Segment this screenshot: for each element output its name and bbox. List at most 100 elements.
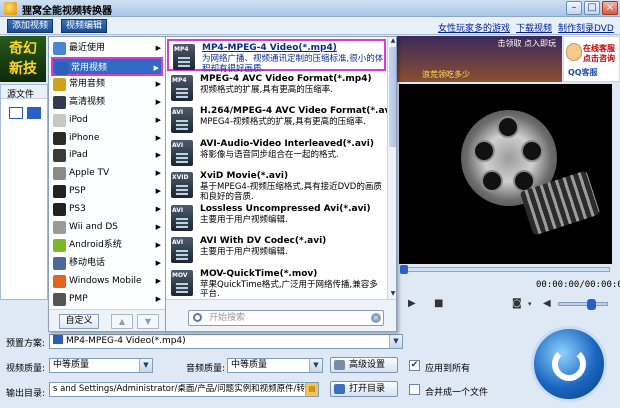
category-item[interactable]: PS3 ▶ [51,200,163,219]
format-search-bar: 开始搜索 × [166,299,396,331]
category-item[interactable]: Android系统 ▶ [51,236,163,255]
snapshot-dropdown-icon[interactable]: ▾ [528,300,532,308]
seek-bar[interactable] [400,265,610,274]
category-label: Apple TV [69,168,110,179]
category-item[interactable]: 高清视频 ▶ [51,93,163,112]
volume-handle[interactable] [587,299,596,310]
online-service-panel[interactable]: 在线客服 点击咨询 QQ客服 [563,36,620,82]
link-download-video[interactable]: 下载视频 [516,21,552,34]
format-badge: AVI [172,141,184,149]
format-description: 视频格式的扩展,具有更高的压缩率. [200,84,333,95]
move-up-button[interactable]: ▲ [111,314,133,329]
video-file-icon: AVI [171,139,193,166]
edit-video-button[interactable]: 视频编辑 [61,19,108,33]
chevron-down-icon[interactable]: ▼ [139,359,152,372]
volume-slider[interactable] [558,299,608,310]
film-icon [55,61,68,75]
category-item[interactable]: iPod ▶ [51,111,163,130]
volume-icon[interactable]: ◀ [543,298,551,309]
custom-button[interactable]: 自定义 [59,314,99,329]
open-folder-icon [334,384,345,394]
merge-checkbox[interactable] [409,384,420,395]
file-checkbox[interactable] [9,107,23,119]
format-name: AVI With DV Codec(*.avi) [200,236,327,246]
video-file-icon: XVID [171,172,193,198]
category-item[interactable]: 移动电话 ▶ [51,254,163,273]
submenu-arrow-icon: ▶ [155,169,161,178]
scroll-up-icon[interactable]: ▲ [388,37,396,46]
category-item[interactable]: iPad ▶ [51,146,163,165]
category-item[interactable]: 常用音频 ▶ [51,75,163,94]
scroll-thumb[interactable] [389,47,396,147]
format-item[interactable]: AVI AVI With DV Codec(*.avi) 主要用于用户视频编辑. [167,234,386,266]
chevron-down-icon[interactable]: ▼ [389,335,402,348]
category-label: PMP [69,293,88,304]
format-badge: MOV [172,271,188,279]
category-label: PSP [69,186,86,197]
link-burn-dvd[interactable]: 制作刻录DVD [558,21,614,34]
psp-icon [53,185,66,199]
category-item[interactable]: PMP ▶ [51,290,163,309]
format-item[interactable]: AVI Lossless Uncompressed Avi(*.avi) 主要用于用… [167,202,386,234]
minimize-button[interactable]: – [566,1,582,15]
category-item[interactable]: PSP ▶ [51,182,163,201]
category-item[interactable]: Wii and DS ▶ [51,218,163,237]
wii-icon [53,221,66,234]
apply-all-checkbox[interactable]: ✔ [409,360,420,371]
video-file-icon: MOV [171,269,193,296]
video-quality-select[interactable]: 中等质量 ▼ [49,358,153,373]
stop-icon[interactable]: ■ [434,298,443,309]
add-video-button[interactable]: 添加视频 [7,19,54,33]
category-item[interactable]: Windows Mobile ▶ [51,272,163,291]
format-description: 苹果QuickTime格式,广泛用于网络传播,兼容多平台. [200,279,378,299]
service-avatar-icon [566,43,582,61]
game-ad-strip[interactable]: 击领取 点入即玩 浪荒领吃多少 [372,36,562,82]
format-description: 主要用于用户视频编辑. [200,214,288,225]
format-description: 主要用于用户视频编辑. [200,247,288,257]
format-item[interactable]: XVID XviD Movie(*.avi) 基于MPEG4-视频压缩格式,具有接近… [167,169,386,201]
seek-handle[interactable] [400,265,408,274]
close-button[interactable]: × [602,1,618,15]
service-consult-link[interactable]: 点击咨询 [583,53,615,64]
maximize-button[interactable]: □ [584,1,600,15]
audio-quality-select[interactable]: 中等质量 ▼ [227,358,323,373]
hd-icon [53,95,66,109]
qq-service-link[interactable]: QQ客服 [568,67,598,78]
format-item[interactable]: AVI H.264/MPEG-4 AVC Video Format(*.avi) M… [167,104,396,136]
search-placeholder: 开始搜索 [209,313,246,323]
output-dir-label: 输出目录: [6,389,46,399]
chevron-down-icon[interactable]: ▼ [309,359,322,372]
format-menu: MP4 MP4-MPEG-4 Video(*.mp4) 为网络广播、视频通讯定制的压… [165,36,397,332]
category-label: 高清视频 [69,96,106,107]
game-banner-ad[interactable]: 奇幻 新技 [0,36,46,82]
format-item[interactable]: MP4 MP4-MPEG-4 Video(*.mp4) 为网络广播、视频通讯定制的压… [167,39,386,73]
preset-select[interactable]: MP4-MPEG-4 Video(*.mp4) ▼ [49,334,403,349]
convert-button[interactable] [531,326,607,402]
ps3-icon [53,203,66,217]
category-item[interactable]: 最近使用 ▶ [51,39,163,58]
advanced-settings-button[interactable]: 高级设置 [330,357,398,373]
output-dir-field[interactable]: s and Settings/Administrator/桌面/产品/问题实例和… [49,382,319,397]
format-item[interactable]: AVI AVI-Audio-Video Interleaved(*.avi) 将影像… [167,137,386,169]
category-item[interactable]: Apple TV ▶ [51,164,163,183]
scroll-down-icon[interactable]: ▼ [388,290,396,299]
format-item[interactable]: MOV MOV-QuickTime(*.mov) 苹果QuickTime格式,广泛用… [167,267,386,299]
clear-search-icon[interactable]: × [371,313,381,323]
ad-text-2: 点入即玩 [524,39,556,48]
audio-quality-label: 音频质量: [186,364,226,374]
move-down-button[interactable]: ▼ [137,314,159,329]
link-female-games[interactable]: 女性玩家多的游戏 [438,21,510,34]
banner-line-2: 新技 [9,61,37,77]
format-search-input[interactable]: 开始搜索 × [188,310,384,326]
video-format-icon [53,335,63,344]
snapshot-icon[interactable]: ◙ [512,298,522,309]
file-thumbnail[interactable] [27,107,41,119]
category-label: 常用音频 [69,78,106,89]
category-item[interactable]: 常用视频 ▶ [51,56,163,76]
play-icon[interactable]: ▶ [408,298,416,309]
open-dir-button[interactable]: 打开目录 [330,381,398,397]
format-scrollbar[interactable]: ▲ ▼ [387,37,396,299]
folder-icon[interactable]: ▤ [305,383,318,396]
format-item[interactable]: MP4 MPEG-4 AVC Video Format(*.mp4) 视频格式的扩展… [167,72,386,104]
category-item[interactable]: iPhone ▶ [51,129,163,148]
